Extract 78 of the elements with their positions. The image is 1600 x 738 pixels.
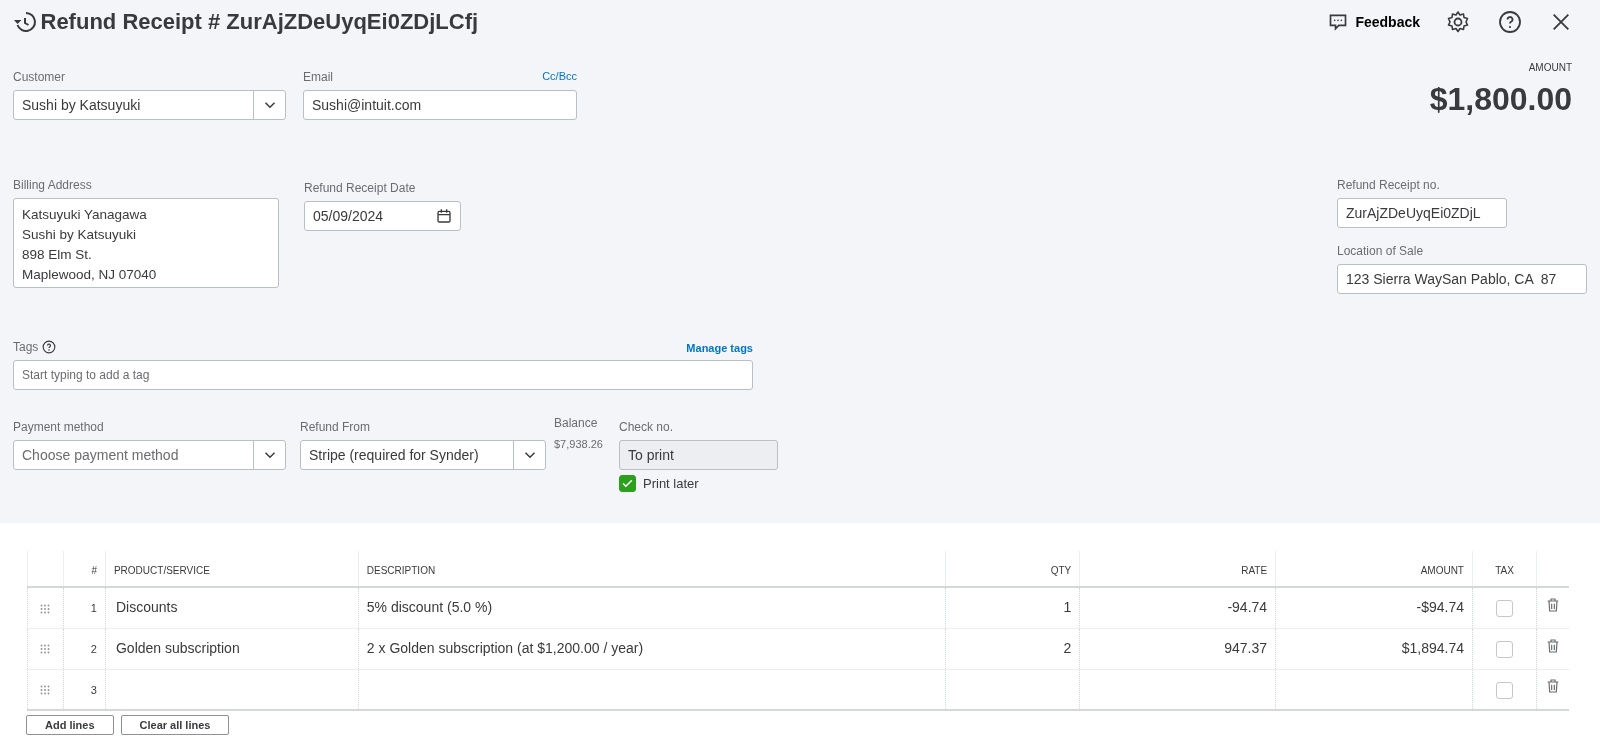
field-label: Refund From [300,419,372,436]
field-label: Check no. [619,419,675,436]
drag-handle-icon[interactable] [39,643,52,656]
manage-tags-link[interactable]: Manage tags [686,339,753,356]
description-cell: 2 x Golden subscription (at $1,200.00 / year) [366,640,644,656]
description-cell: 5% discount (5.0 %) [366,599,493,616]
close-button[interactable] [1550,11,1572,33]
balance-value: $7,938.26 [554,437,604,452]
rate-cell: -94.74 [1227,599,1268,616]
drag-handle-icon[interactable] [39,602,52,615]
receipt-number-field[interactable]: ZurAjZDeUyqEi0ZDjL [1338,199,1506,227]
date-field[interactable]: 05/09/2024 [304,201,461,231]
amount-cell: $1,894.74 [1401,640,1464,656]
field-label: Email [303,69,333,86]
line-number: 3 [90,683,97,696]
field-label: Location of Sale [1337,243,1425,260]
settings-icon [1446,10,1470,34]
history-icon [13,10,37,34]
tags-field[interactable]: Start typing to add a tag [14,361,752,389]
delete-button[interactable] [1545,636,1561,655]
column-header: QTY [1050,565,1072,576]
column-header: # [91,565,97,576]
field-label: Refund Receipt Date [304,180,417,197]
help-icon [1498,10,1522,34]
text-input[interactable]: Sushi by Katsuyuki [14,91,253,119]
trash-icon [1545,595,1561,614]
page-title: Refund Receipt # ZurAjZDeUyqEi0ZDjLCfj [40,8,479,36]
column-header: TAX [1495,565,1514,576]
column-header: DESCRIPTION [366,565,436,576]
line-number: 1 [90,602,97,615]
tax-checkbox[interactable] [1496,640,1513,658]
payment-method-dropdown[interactable]: Choose payment method [13,440,286,470]
tax-checkbox[interactable] [1496,600,1513,618]
address-field[interactable]: Katsuyuki Yanagawa Sushi by Katsuyuki 898 Elm St. Maplewood, NJ 07040 [13,198,279,288]
feedback-button[interactable]: Feedback [1328,11,1420,33]
text-input[interactable]: 05/09/2024 [305,202,436,230]
add-lines-button[interactable]: Add lines [26,715,114,735]
email-field[interactable]: Sushi@intuit.com [304,91,576,119]
quantity-cell: 1 [1063,599,1072,616]
amount-cell: -$94.74 [1416,599,1464,616]
refund-from-dropdown[interactable]: Stripe (required for Synder) [300,440,546,470]
column-header: RATE [1241,565,1268,576]
column-header: AMOUNT [1420,565,1464,576]
customer-dropdown[interactable]: Sushi by Katsuyuki [13,90,286,120]
calendar-icon[interactable] [436,208,452,224]
tax-checkbox[interactable] [1496,681,1513,699]
field-label: Payment method [13,419,105,436]
drag-handle-icon[interactable] [39,684,52,697]
help-icon[interactable] [41,340,56,354]
line-number: 2 [90,643,97,655]
product-cell: Golden subscription [115,640,240,656]
text-input[interactable]: Choose payment method [14,441,253,469]
quantity-cell: 2 [1063,640,1072,656]
clear-lines-button[interactable]: Clear all lines [120,715,230,735]
amount-label: AMOUNT [1528,61,1572,75]
rate-cell: 947.37 [1224,640,1268,656]
chat-bubble-icon [1328,12,1349,32]
delete-button[interactable] [1545,677,1561,696]
field-label: Balance [554,415,599,432]
product-cell: Discounts [115,599,178,616]
settings-button[interactable] [1446,10,1470,34]
delete-button[interactable] [1545,595,1561,614]
check-number-field[interactable]: To print [620,441,777,469]
cc-bcc-link[interactable]: Cc/Bcc [542,68,577,85]
column-header: PRODUCT/SERVICE [113,565,210,576]
help-button[interactable] [1498,10,1522,34]
checkbox-label: Print later [643,474,699,493]
field-label: Refund Receipt no. [1337,177,1441,194]
field-label: Tags [13,339,39,356]
close-icon [1550,11,1572,33]
amount-total: $1,800.00 [1429,83,1572,115]
trash-icon [1545,677,1561,696]
field-label: Billing Address [13,177,93,194]
checkbox[interactable] [619,474,636,492]
text-input[interactable]: Stripe (required for Synder) [301,441,513,469]
trash-icon [1545,636,1561,655]
field-label: Customer [13,69,66,86]
location-field[interactable]: 123 Sierra WaySan Pablo, CA 87 [1338,265,1586,293]
